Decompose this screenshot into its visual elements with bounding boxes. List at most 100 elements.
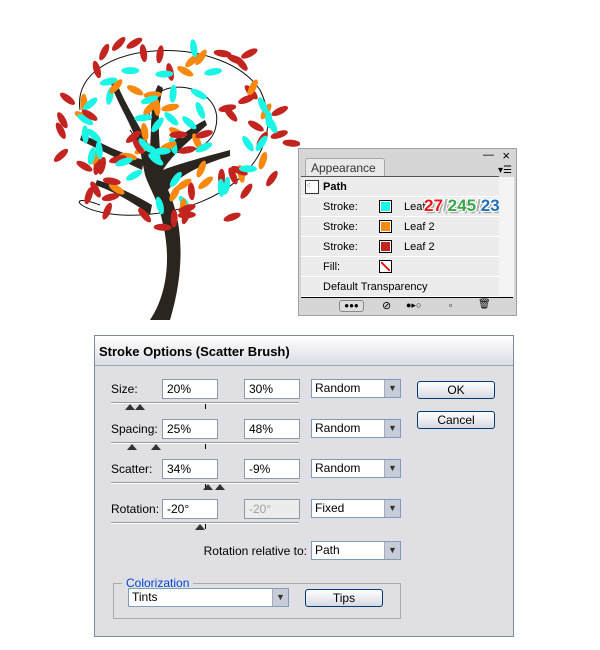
default-transparency-row[interactable]: Default Transparency xyxy=(301,277,499,297)
color-swatch[interactable] xyxy=(379,220,392,233)
duplicate-item-icon[interactable]: ▫ xyxy=(449,300,452,310)
slider-handle[interactable] xyxy=(215,484,225,490)
slider-handle[interactable] xyxy=(151,444,161,450)
row-label: Size: xyxy=(111,382,138,396)
leaf xyxy=(102,202,112,220)
variation-value: Random xyxy=(315,461,361,475)
leaf xyxy=(266,170,278,187)
path-header[interactable]: ⁖ Path xyxy=(301,177,499,197)
rotation-relative-select[interactable]: Path ▼ xyxy=(311,541,401,560)
panel-scrollbar[interactable] xyxy=(499,177,514,297)
no-fill-swatch-icon[interactable] xyxy=(379,260,392,273)
tree-artwork xyxy=(53,36,300,320)
chevron-down-icon: ▼ xyxy=(272,589,288,606)
chevron-down-icon: ▼ xyxy=(384,500,400,517)
minimize-icon[interactable]: — xyxy=(483,149,494,161)
chevron-down-icon: ▼ xyxy=(384,460,400,477)
clear-appearance-icon[interactable]: ⊘ xyxy=(382,299,391,312)
max-input[interactable]: 30% xyxy=(244,379,300,399)
leaf xyxy=(240,183,253,199)
chevron-down-icon: ▼ xyxy=(384,380,400,397)
min-input[interactable]: -20° xyxy=(162,499,218,519)
ok-button[interactable]: OK xyxy=(417,381,495,399)
color-swatch[interactable] xyxy=(379,200,392,213)
leaf xyxy=(271,105,289,117)
leaf xyxy=(223,212,241,222)
variation-value: Fixed xyxy=(315,501,345,515)
stroke-options-dialog: Stroke Options (Scatter Brush) Size: 20%… xyxy=(94,335,514,637)
panel-menu-icon[interactable]: ▾☰ xyxy=(498,165,512,176)
variation-value: Random xyxy=(315,381,361,395)
min-input[interactable]: 25% xyxy=(162,419,218,439)
row-label: Scatter: xyxy=(111,462,153,476)
leaf xyxy=(182,116,197,130)
leaf xyxy=(282,139,300,147)
leaf xyxy=(121,67,140,75)
cancel-button[interactable]: Cancel xyxy=(417,411,495,429)
row-label: Rotation: xyxy=(111,502,160,516)
new-art-basic-appearance-icon[interactable]: ●●● xyxy=(339,300,364,312)
max-input[interactable]: -9% xyxy=(244,459,300,479)
leaf xyxy=(247,120,264,132)
appearance-row[interactable]: Stroke: Leaf 2 xyxy=(301,237,499,257)
variation-select[interactable]: Random ▼ xyxy=(311,419,401,438)
rotation-relative-value: Path xyxy=(315,543,340,557)
leaf xyxy=(164,112,179,126)
leaf xyxy=(92,60,102,79)
row-label: Fill: xyxy=(323,260,341,273)
reduce-to-basic-icon[interactable]: ●▸○ xyxy=(406,300,421,311)
appearance-panel: — × Appearance × ▾☰ ⁖ Path Stroke: Leaf 2… xyxy=(298,148,517,316)
leaf xyxy=(241,48,258,59)
leaf xyxy=(177,66,194,77)
max-input[interactable]: 48% xyxy=(244,419,300,439)
min-input[interactable]: 34% xyxy=(162,459,218,479)
path-thumbnail-icon: ⁖ xyxy=(305,179,319,194)
slider-center-tick xyxy=(205,524,206,529)
row-label: Spacing: xyxy=(111,422,158,436)
leaf xyxy=(242,135,254,152)
row-value: Leaf 2 xyxy=(404,240,435,253)
rgb-green: 245 xyxy=(447,196,477,215)
slider-handle[interactable] xyxy=(195,524,205,530)
row-label: Stroke: xyxy=(323,220,358,233)
appearance-row[interactable]: Fill: xyxy=(301,257,499,277)
tips-button[interactable]: Tips xyxy=(305,589,383,607)
leaf xyxy=(60,92,75,105)
colorization-select[interactable]: Tints ▼ xyxy=(128,588,289,607)
rotation-relative-label: Rotation relative to: xyxy=(203,544,307,558)
leaf xyxy=(99,43,110,61)
rgb-annotation: 27/245/230 xyxy=(424,196,510,215)
min-input[interactable]: 20% xyxy=(162,379,218,399)
leaf xyxy=(127,85,144,96)
chevron-down-icon: ▼ xyxy=(384,542,400,559)
variation-value: Random xyxy=(315,421,361,435)
slider-handle[interactable] xyxy=(125,404,135,410)
leaf xyxy=(156,45,164,64)
close-panel-icon[interactable]: × xyxy=(502,148,510,163)
tab-appearance[interactable]: Appearance × xyxy=(305,158,385,189)
max-input: -20° xyxy=(244,499,300,519)
chevron-down-icon: ▼ xyxy=(384,420,400,437)
row-label: Stroke: xyxy=(323,200,358,213)
appearance-list: ⁖ Path Stroke: Leaf 2 Stroke: Leaf 2 Stroke:… xyxy=(301,176,499,297)
slider-handle[interactable] xyxy=(135,404,145,410)
color-swatch[interactable] xyxy=(379,240,392,253)
variation-select[interactable]: Random ▼ xyxy=(311,459,401,478)
leaf xyxy=(195,102,206,119)
leaf xyxy=(111,36,126,51)
slider-center-tick xyxy=(205,404,206,409)
leaf xyxy=(53,148,69,162)
variation-select[interactable]: Fixed ▼ xyxy=(311,499,401,518)
appearance-row[interactable]: Stroke: Leaf 2 xyxy=(301,217,499,237)
delete-item-icon[interactable]: 🗑 xyxy=(478,299,491,310)
slider-handle[interactable] xyxy=(203,484,213,490)
variation-select[interactable]: Random ▼ xyxy=(311,379,401,398)
row-label: Stroke: xyxy=(323,240,358,253)
rgb-red: 27 xyxy=(424,196,443,215)
leaf xyxy=(139,44,148,63)
leaf xyxy=(161,103,180,112)
dialog-title: Stroke Options (Scatter Brush) xyxy=(95,336,513,366)
transparency-label: Default Transparency xyxy=(323,280,428,293)
slider-handle[interactable] xyxy=(127,444,137,450)
panel-toolbar: ●●● ⊘ ●▸○ ▫ 🗑 xyxy=(301,297,513,315)
